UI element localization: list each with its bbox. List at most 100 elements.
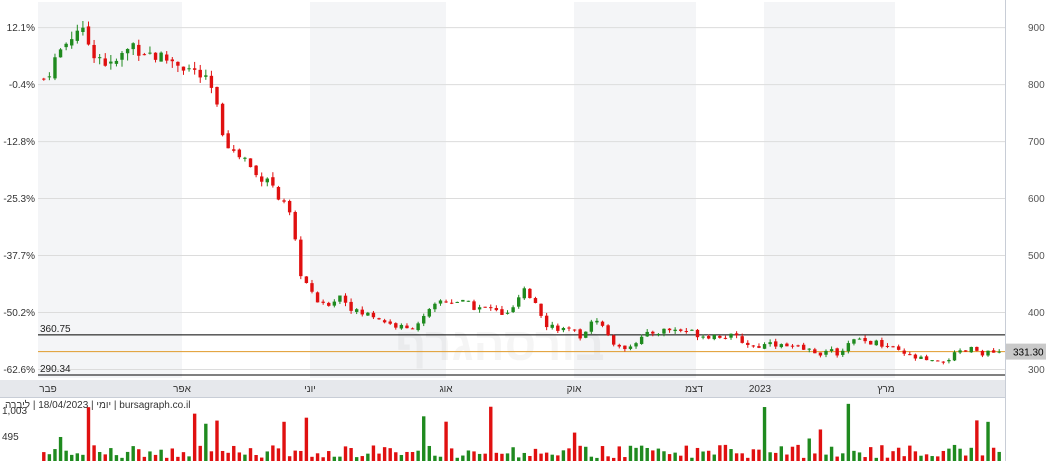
volume-bar [869, 447, 873, 461]
volume-bar [271, 445, 275, 461]
volume-bar [796, 444, 800, 461]
candle-body [109, 61, 113, 64]
candle-body [986, 350, 990, 356]
candle-body [304, 276, 309, 284]
volume-bar [483, 453, 487, 461]
volume-bar [936, 456, 940, 461]
candle-body [131, 43, 135, 50]
volume-bar [422, 416, 426, 461]
candle-body [595, 320, 599, 323]
candle-body [310, 283, 314, 292]
candle-body [332, 301, 337, 306]
volume-bar [304, 417, 309, 461]
candle-body [410, 328, 415, 330]
candle-body [282, 200, 286, 202]
volume-bar [176, 456, 180, 461]
volume-bar [47, 454, 52, 461]
volume-bar [366, 453, 370, 461]
month-bands [0, 0, 1006, 461]
volume-bar [751, 449, 756, 461]
candle-body [544, 315, 549, 328]
volume-bar [617, 446, 621, 461]
candle-body [751, 345, 756, 347]
volume-bar [338, 456, 342, 461]
volume-bar [656, 448, 661, 461]
volume-bar [986, 421, 990, 461]
candle-body [980, 350, 985, 356]
volume-bar [449, 448, 454, 461]
volume-bar [673, 452, 677, 461]
candle-body [628, 346, 633, 349]
candle-body [584, 331, 588, 338]
candle-body [382, 320, 387, 323]
volume-bar [360, 456, 364, 461]
candle-body [975, 346, 979, 351]
right-axis: 900 800 700 600 500 400 300 [1028, 23, 1045, 376]
right-axis-label: 500 [1028, 251, 1045, 262]
candle-body [729, 333, 733, 338]
candle-body [930, 360, 934, 362]
candle-body [243, 157, 247, 159]
candle-body [522, 288, 526, 299]
candle-body [572, 329, 577, 331]
candle-body [53, 57, 57, 79]
volume-bar [114, 455, 119, 461]
volume-bar [701, 451, 705, 461]
volume-bar [584, 446, 588, 461]
volume-bar [695, 447, 700, 461]
volume-bar [852, 450, 856, 461]
volume-bar [891, 451, 895, 461]
candle-body [388, 321, 392, 324]
candle-body [477, 307, 482, 310]
volume-bar [679, 455, 683, 461]
volume-bar [544, 452, 549, 461]
candle-body [589, 321, 594, 332]
candle-body [656, 333, 661, 335]
volume-bar [198, 445, 202, 461]
volume-bar [265, 451, 269, 461]
candle-body [377, 318, 381, 320]
volume-bar [623, 457, 627, 461]
candle-body [734, 333, 739, 336]
volume-bar [461, 455, 465, 461]
candle-body [500, 309, 504, 315]
right-axis-label: 600 [1028, 194, 1045, 205]
candle-body [215, 86, 219, 105]
volume-bar [829, 446, 834, 461]
candle-body [399, 324, 404, 329]
watermark: בורסהגרף [395, 318, 604, 370]
volume-bar [109, 448, 113, 461]
candle-body [567, 327, 571, 329]
candle-body [92, 44, 96, 59]
candle-body [137, 44, 141, 56]
candle-body [338, 295, 342, 302]
volume-bar [807, 438, 811, 461]
candle-body [232, 149, 236, 151]
candle-body [483, 306, 487, 308]
volume-bar [382, 447, 387, 461]
candle-body [422, 315, 426, 324]
volume-bar [813, 453, 817, 461]
volume-bar [81, 454, 85, 461]
candle-body [924, 356, 929, 361]
candle-body [779, 344, 784, 348]
candle-body [254, 165, 258, 176]
candle-body [47, 76, 52, 78]
volume-bar [416, 450, 420, 461]
volume-bar [941, 450, 946, 461]
candle-body [220, 103, 225, 136]
volume-bar [103, 454, 107, 461]
volume-bar [774, 452, 778, 461]
volume-bar [399, 454, 404, 461]
left-axis-label: -50.2% [3, 308, 35, 319]
volume-bar [757, 449, 761, 461]
candle-body [829, 349, 834, 352]
left-axis-label: -25.3% [3, 194, 35, 205]
volume-bar [645, 447, 649, 461]
candle-body [433, 303, 437, 310]
volume-bar [991, 447, 996, 461]
chart-root: בורסהגרף 360.75 290.34 331.30 12.1% -0.4% -1… [0, 0, 1046, 461]
volume-bar [857, 452, 862, 461]
level-label: 290.34 [40, 364, 71, 375]
volume-bar [86, 407, 91, 461]
